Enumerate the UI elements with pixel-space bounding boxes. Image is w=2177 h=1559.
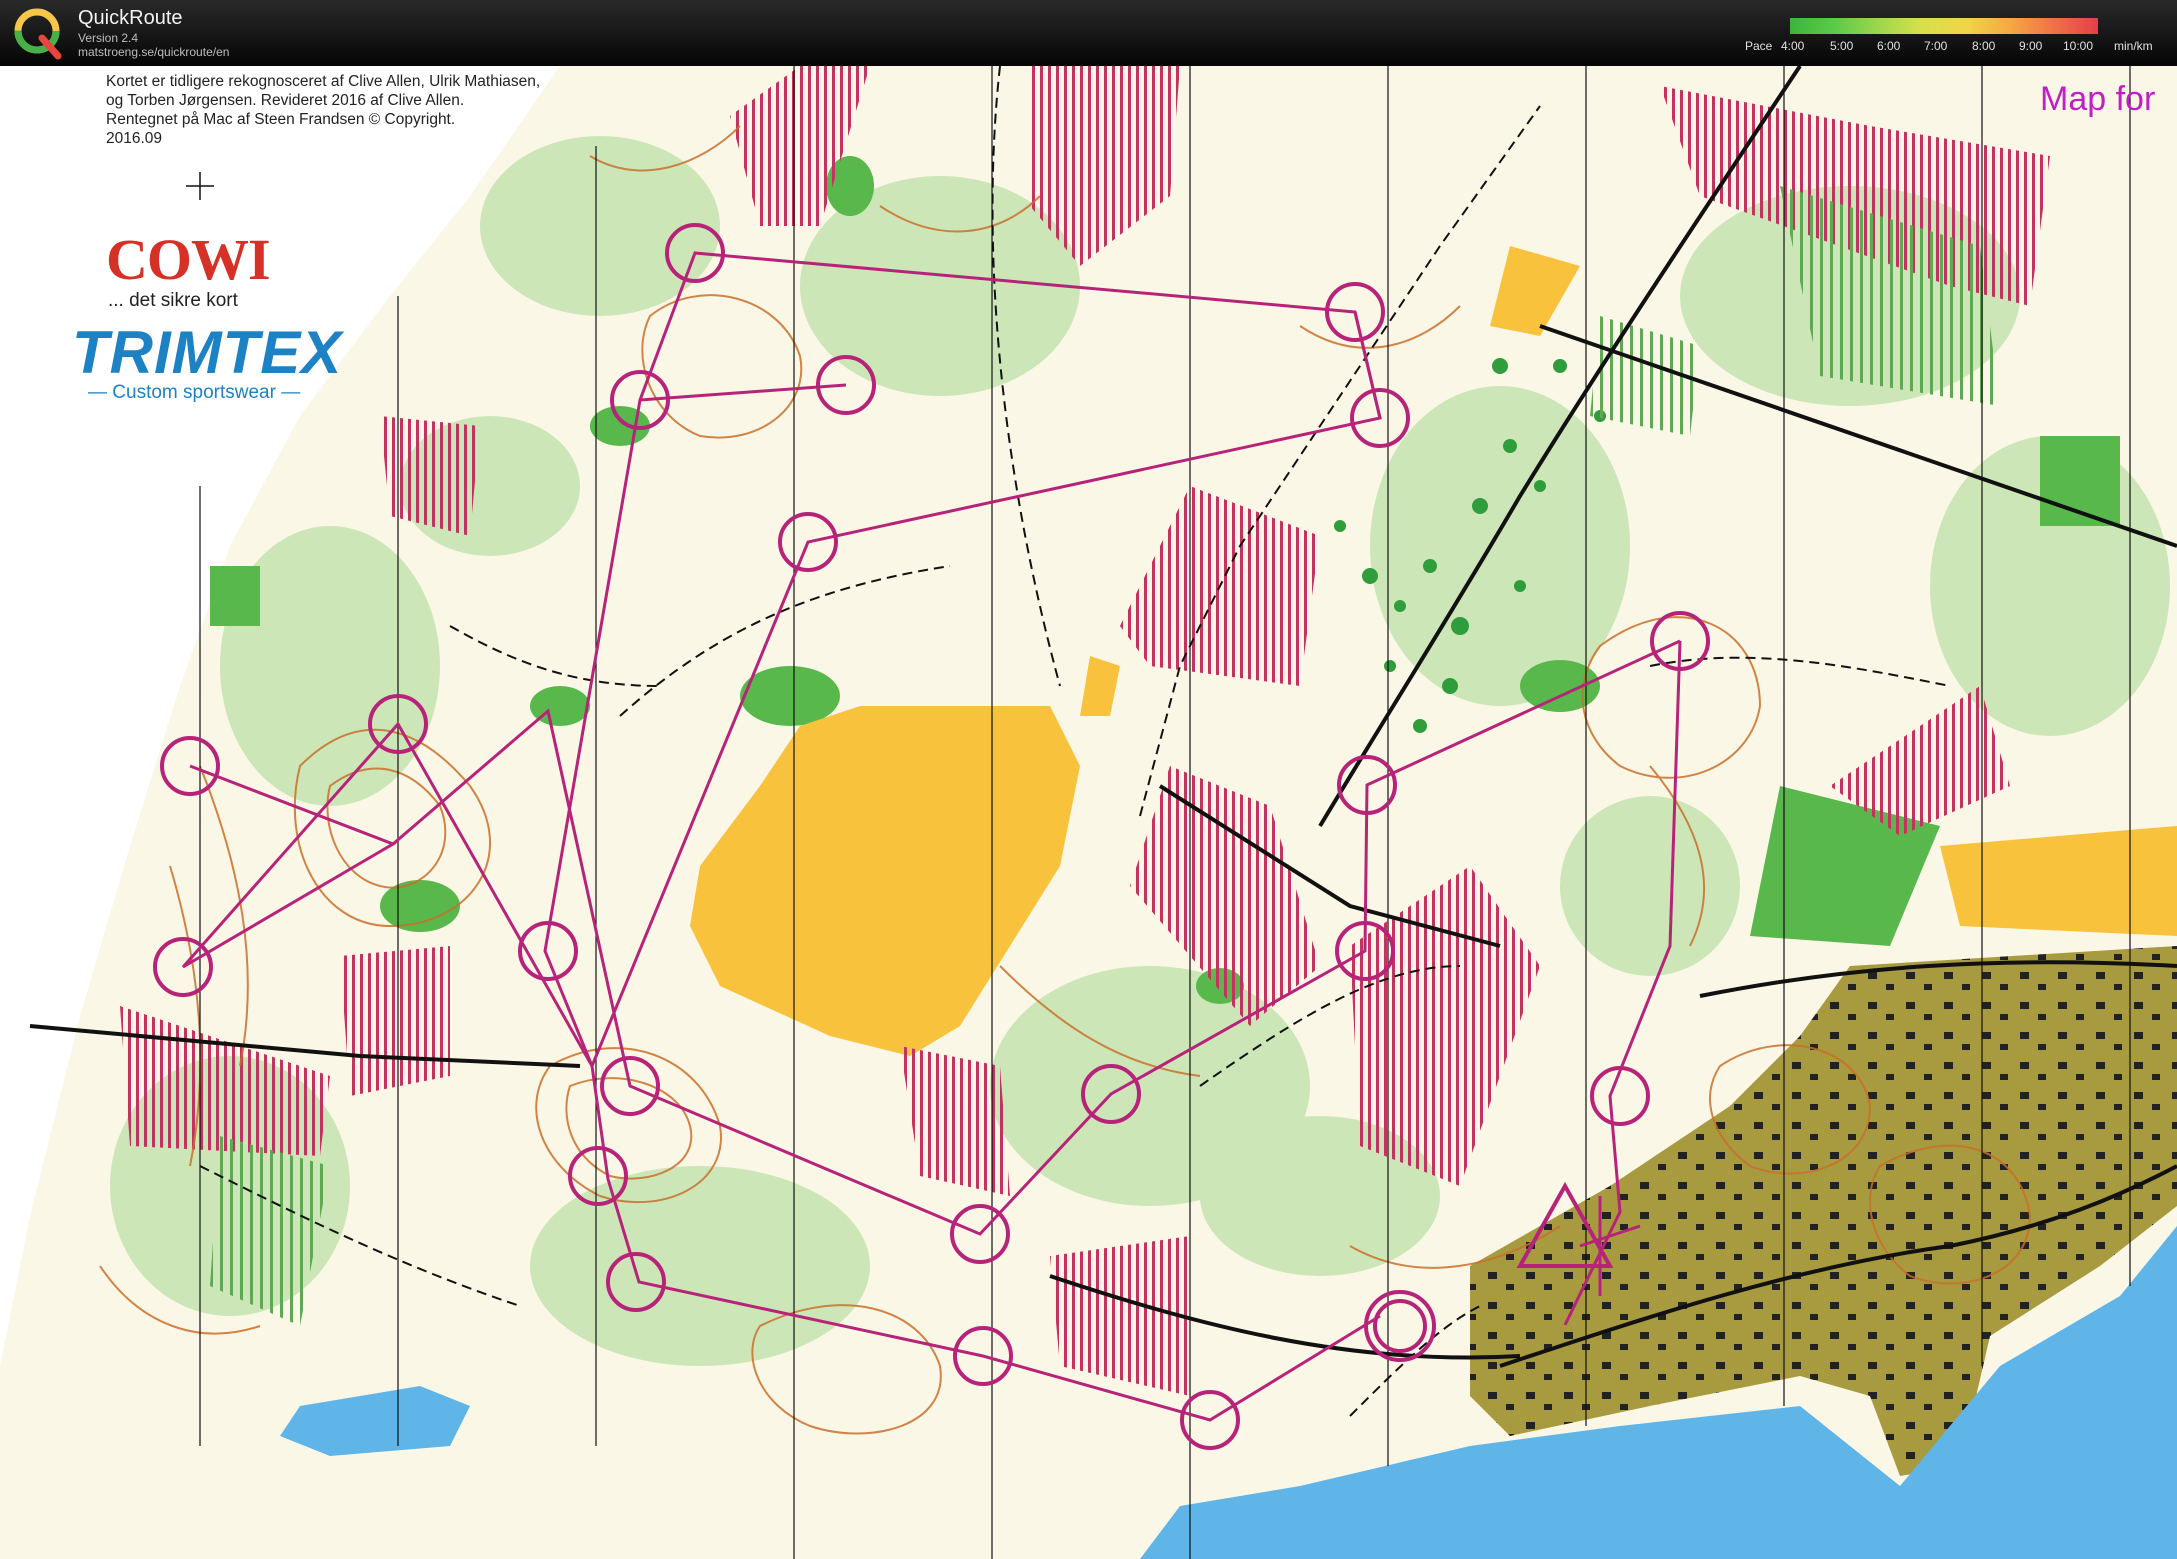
map-title-fragment: Map for <box>2040 80 2156 118</box>
pace-tick: 5:00 <box>1830 39 1854 53</box>
pace-tick: 4:00 <box>1781 39 1805 53</box>
pace-unit: min/km <box>2114 39 2153 53</box>
trimtex-tagline: — Custom sportswear — <box>88 382 301 403</box>
pace-tick: 8:00 <box>1972 39 1996 53</box>
app-version: Version 2.4 <box>78 31 139 45</box>
pace-tick: 10:00 <box>2063 39 2094 53</box>
map-credits: Kortet er tidligere rekognosceret af Cli… <box>106 73 541 147</box>
quickroute-q-logo-icon <box>14 8 62 60</box>
pace-tick: 6:00 <box>1877 39 1901 53</box>
orienteering-map[interactable]: Kortet er tidligere rekognosceret af Cli… <box>0 66 2177 1559</box>
app-name: QuickRoute <box>78 7 183 29</box>
pace-tick: 9:00 <box>2019 39 2043 53</box>
pace-color-scale <box>1790 18 2098 34</box>
pace-tick: 7:00 <box>1924 39 1948 53</box>
trimtex-logo: TRIMTEX <box>72 319 343 386</box>
cowi-tagline: ... det sikre kort <box>108 290 238 311</box>
app-url: matstroeng.se/quickroute/en <box>78 45 230 59</box>
pace-legend-label: Pace <box>1745 39 1773 53</box>
title-bar: QuickRoute Version 2.4 matstroeng.se/qui… <box>0 0 2177 67</box>
map-canvas[interactable] <box>0 66 2177 1559</box>
cowi-logo: COWI <box>106 227 271 292</box>
